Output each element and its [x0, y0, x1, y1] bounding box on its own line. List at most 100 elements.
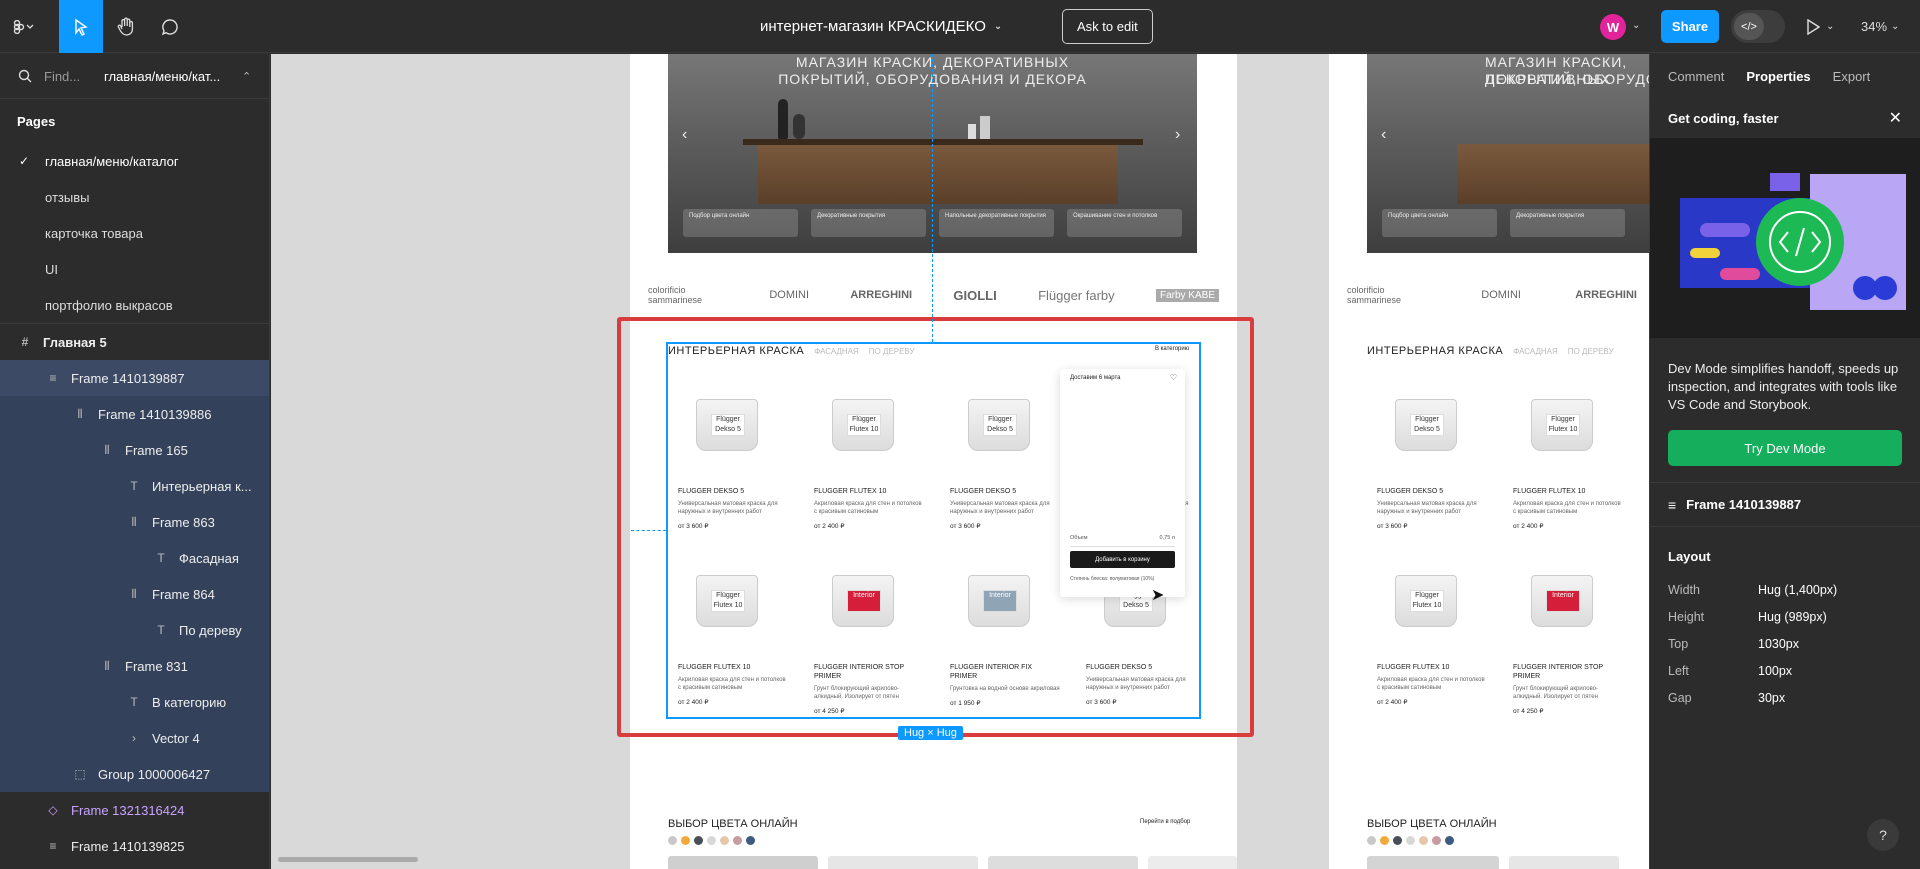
color-swatch[interactable] [668, 836, 677, 845]
comment-tool-button[interactable] [150, 0, 190, 53]
page-label: карточка товара [45, 225, 143, 241]
close-icon[interactable]: ✕ [1889, 108, 1902, 128]
property-value[interactable]: Hug (1,400px) [1758, 583, 1837, 597]
color-swatch[interactable] [1393, 836, 1402, 845]
selection-box[interactable] [666, 342, 1201, 719]
illustration-graphic [1680, 173, 1906, 310]
layer-row[interactable]: ◇ Frame 1321316424 [0, 792, 269, 828]
tab-interior[interactable]: ИНТЕРЬЕРНАЯ КРАСКА [1367, 345, 1503, 357]
chevron-right-icon[interactable]: › [1175, 126, 1180, 144]
brand-logo: Farby KABE [1155, 288, 1219, 302]
tab-properties[interactable]: Properties [1746, 69, 1810, 84]
document-title[interactable]: интернет-магазин КРАСКИДЕКО ⌄ [760, 0, 1002, 53]
hero-tile[interactable]: Окрашивание стен и потолков [1067, 209, 1182, 237]
help-button[interactable]: ? [1867, 819, 1899, 851]
product-name: FLUGGER DEKSO 5 [1377, 488, 1444, 495]
color-swatch[interactable] [1367, 836, 1376, 845]
layer-row[interactable]: ⫴ Frame 165 [0, 432, 269, 468]
hero-tile[interactable]: Подбор цвета онлайн [683, 209, 798, 237]
color-swatch[interactable] [681, 836, 690, 845]
color-swatch[interactable] [1445, 836, 1454, 845]
page-item[interactable]: портфолио выкрасов [0, 287, 269, 323]
chevron-up-icon[interactable]: ⌃ [242, 70, 251, 83]
search-input[interactable]: Find... [44, 69, 94, 84]
layer-row[interactable]: T Интерьерная к... [0, 468, 269, 504]
property-value[interactable]: Hug (989px) [1758, 610, 1827, 624]
layer-row[interactable]: ⬚ Group 1000006427 [0, 756, 269, 792]
product-image: Interior [1531, 575, 1593, 627]
horizontal-scrollbar[interactable] [278, 857, 418, 862]
page-label: UI [45, 261, 58, 277]
figma-logo-icon [13, 19, 34, 34]
page-item[interactable]: ✓ главная/меню/каталог [0, 143, 269, 179]
property-value[interactable]: 100px [1758, 664, 1792, 678]
hero-tile[interactable]: Декоративные покрытия [1510, 209, 1625, 237]
ask-to-edit-button[interactable]: Ask to edit [1062, 9, 1153, 44]
hero-title-line-2: ПОКРЫТИЙ, ОБОРУДОВ [1485, 71, 1649, 87]
chevron-left-icon[interactable]: ‹ [1381, 126, 1386, 144]
chevron-left-icon[interactable]: ‹ [682, 126, 687, 144]
layer-row[interactable]: T По дереву [0, 612, 269, 648]
move-tool-button[interactable] [59, 0, 103, 53]
present-button[interactable]: ⌄ [1806, 0, 1834, 53]
tab-export[interactable]: Export [1833, 69, 1871, 84]
dev-mode-toggle[interactable]: </> [1731, 10, 1785, 43]
layer-type-icon: T [130, 695, 138, 709]
layout-properties: Width Hug (1,400px) Height Hug (989px) Top 10… [1650, 576, 1920, 711]
share-button[interactable]: Share [1661, 10, 1719, 43]
artboard-secondary[interactable]: МАГАЗИН КРАСКИ, ДЕКОРАТИВНЫХ ПОКРЫТИЙ, О… [1329, 54, 1649, 869]
layer-row[interactable]: › Vector 4 [0, 720, 269, 756]
hero-tile[interactable]: Напольные декоративные покрытия [939, 209, 1054, 237]
properties-panel: Comment Properties Export Get coding, fa… [1649, 54, 1920, 869]
try-dev-mode-button[interactable]: Try Dev Mode [1668, 430, 1902, 466]
current-page-selector[interactable]: главная/меню/кат... [104, 69, 220, 84]
product-card[interactable]: Flügger Flutex 10 FLUGGER FLUTEX 10 Акрило… [1377, 575, 1487, 706]
tab-comment[interactable]: Comment [1668, 69, 1724, 84]
property-value[interactable]: 1030px [1758, 637, 1799, 651]
layer-row[interactable]: ≡ Frame 1410139825 [0, 828, 269, 864]
color-swatch[interactable] [733, 836, 742, 845]
page-item[interactable]: отзывы [0, 179, 269, 215]
color-heading: ВЫБОР ЦВЕТА ОНЛАЙН [1367, 818, 1497, 830]
tab-facade[interactable]: ФАСАДНАЯ [1513, 347, 1558, 356]
product-card[interactable]: Flügger Flutex 10 FLUGGER FLUTEX 10 Акрило… [1513, 399, 1623, 530]
layer-row[interactable]: T Фасадная [0, 540, 269, 576]
hero-tile[interactable]: Декоративные покрытия [811, 209, 926, 237]
search-icon [18, 69, 32, 83]
tab-wood[interactable]: ПО ДЕРЕВУ [1568, 347, 1614, 356]
figma-menu-button[interactable] [0, 0, 48, 53]
layer-row[interactable]: ⫴ Frame 864 [0, 576, 269, 612]
page-item[interactable]: карточка товара [0, 215, 269, 251]
layer-row[interactable]: ⫴ Frame 1410139886 [0, 396, 269, 432]
color-swatch[interactable] [1406, 836, 1415, 845]
product-label: Flügger Flutex 10 [1546, 414, 1580, 436]
color-swatch[interactable] [1432, 836, 1441, 845]
color-link[interactable]: Перейти в подбор [1140, 819, 1190, 825]
hero-tile[interactable]: Подбор цвета онлайн [1382, 209, 1497, 237]
canvas[interactable]: МАГАЗИН КРАСКИ, ДЕКОРАТИВНЫХ ПОКРЫТИЙ, О… [271, 54, 1649, 869]
layer-type-icon: ≡ [49, 839, 57, 853]
color-swatch[interactable] [707, 836, 716, 845]
color-swatch[interactable] [1419, 836, 1428, 845]
brand-logo: GIOLLI [953, 287, 997, 303]
product-card[interactable]: Interior FLUGGER INTERIOR STOP PRIMER Грун… [1513, 575, 1623, 715]
color-swatch[interactable] [1380, 836, 1389, 845]
layer-row[interactable]: ⫴ Frame 831 [0, 648, 269, 684]
page-item[interactable]: UI [0, 251, 269, 287]
zoom-control[interactable]: 34% ⌄ [1861, 0, 1899, 53]
property-value[interactable]: 30px [1758, 691, 1785, 705]
layer-row[interactable]: ≡ Frame 1410139887 [0, 360, 269, 396]
layer-row[interactable]: ⫴ Frame 863 [0, 504, 269, 540]
avatar[interactable]: W [1600, 14, 1626, 40]
color-swatch[interactable] [720, 836, 729, 845]
color-swatch[interactable] [746, 836, 755, 845]
pages-list: ✓ главная/меню/каталог отзывы карточка това… [0, 143, 269, 323]
layer-row[interactable]: T В категорию [0, 684, 269, 720]
layer-row[interactable]: # Главная 5 [0, 324, 269, 360]
code-icon: </> [1734, 13, 1764, 40]
property-key: Gap [1668, 690, 1692, 705]
product-card[interactable]: Flügger Dekso 5 FLUGGER DEKSO 5 Универсаль… [1377, 399, 1487, 530]
chevron-down-icon[interactable]: ⌄ [1632, 20, 1640, 31]
color-swatch[interactable] [694, 836, 703, 845]
hand-tool-button[interactable] [106, 0, 146, 53]
